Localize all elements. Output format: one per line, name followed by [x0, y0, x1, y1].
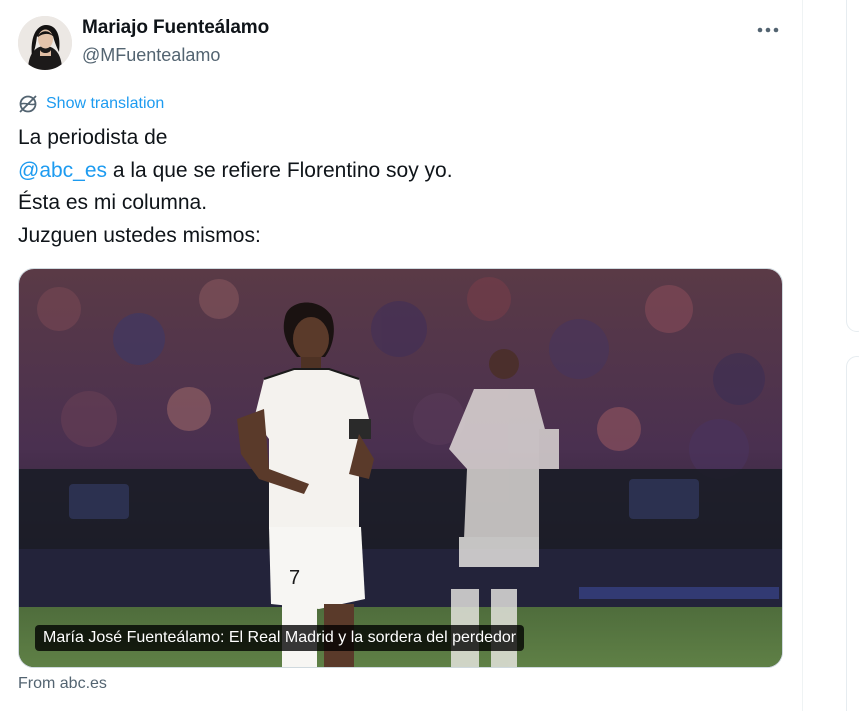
- article-image: 7: [19, 269, 782, 667]
- tweet-line: La periodista de: [18, 126, 168, 149]
- author-handle[interactable]: @MFuentealamo: [82, 45, 220, 66]
- show-translation-button[interactable]: Show translation: [18, 94, 164, 114]
- globe-translate-icon: [19, 95, 37, 113]
- tweet-line-text: a la que se refiere Florentino soy yo.: [107, 158, 453, 182]
- author-display-name[interactable]: Mariajo Fuenteálamo: [82, 17, 269, 39]
- more-options-button[interactable]: [752, 18, 784, 42]
- tweet-line: Juzguen ustedes mismos:: [18, 223, 261, 247]
- more-horizontal-icon: [757, 27, 779, 33]
- tweet-line: @abc_es a la que se refiere Florentino s…: [18, 155, 778, 188]
- card-source-link[interactable]: From abc.es: [18, 675, 107, 693]
- tweet-view: Mariajo Fuenteálamo @MFuentealamo Show t…: [0, 0, 859, 711]
- mention-link[interactable]: @abc_es: [18, 159, 107, 182]
- card-caption: María José Fuenteálamo: El Real Madrid y…: [35, 625, 525, 651]
- tweet-line: Ésta es mi columna.: [18, 191, 208, 214]
- sidebar-card: [846, 356, 859, 711]
- profile-photo-icon: [18, 16, 72, 70]
- tweet-text: La periodista de @abc_es a la que se ref…: [18, 122, 778, 252]
- svg-text:7: 7: [289, 567, 300, 589]
- show-translation-label: Show translation: [46, 95, 165, 112]
- avatar[interactable]: [18, 16, 72, 70]
- sidebar-card: [846, 0, 859, 332]
- link-preview-card[interactable]: 7 María José Fuenteálamo: El Real Madrid…: [18, 268, 783, 668]
- column-divider: [802, 0, 803, 711]
